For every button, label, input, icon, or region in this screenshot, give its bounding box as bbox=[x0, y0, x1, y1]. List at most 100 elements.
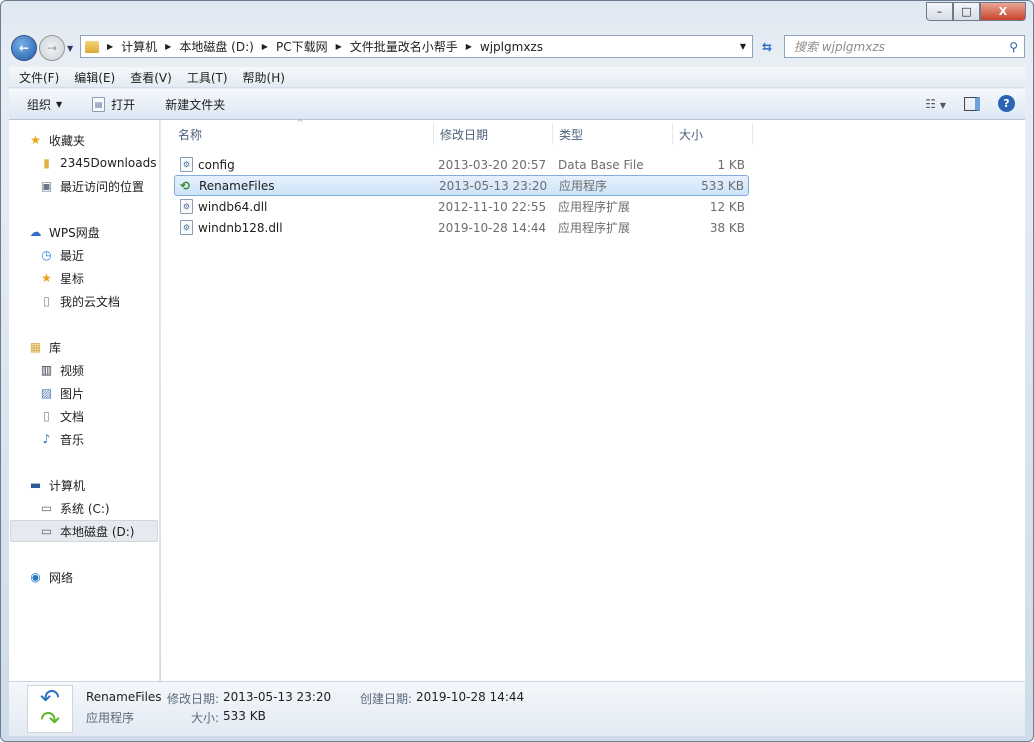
column-header-type[interactable]: 类型 bbox=[553, 123, 673, 145]
breadcrumb-pc[interactable]: PC下载网 bbox=[276, 38, 328, 55]
sidebar-item-10[interactable]: ▯ 文档 bbox=[39, 405, 84, 427]
breadcrumb-drive-d[interactable]: 本地磁盘 (D:) bbox=[179, 38, 253, 55]
music-icon: ♪ bbox=[42, 432, 51, 446]
cloud-icon: ☁ bbox=[29, 225, 42, 239]
file-list: ^ 名称 修改日期 类型 大小 ⚙ config 2013-03-20 20:57 D… bbox=[161, 118, 1025, 681]
file-row[interactable]: ⟲ RenameFiles 2013-05-13 23:20 应用程序 533 KB bbox=[174, 175, 749, 196]
computer-icon: ▬ bbox=[29, 478, 42, 492]
sidebar-item-5[interactable]: ★ 星标 bbox=[39, 267, 84, 289]
sidebar-item-12[interactable]: ▬ 计算机 bbox=[28, 474, 85, 496]
new-folder-label: 新建文件夹 bbox=[165, 97, 226, 112]
file-row[interactable]: ⚙ config 2013-03-20 20:57 Data Base File 1 K… bbox=[174, 154, 749, 175]
sidebar-item-label: 最近 bbox=[60, 248, 85, 263]
file-type: Data Base File bbox=[558, 157, 644, 172]
sidebar-item-label: 文档 bbox=[60, 409, 85, 424]
folder-icon: ▮ bbox=[43, 156, 50, 170]
organize-button[interactable]: 组织 ▼ bbox=[27, 96, 62, 113]
new-folder-button[interactable]: 新建文件夹 bbox=[165, 96, 225, 113]
sidebar-item-label: 最近访问的位置 bbox=[60, 179, 145, 194]
status-created-label: 创建日期: bbox=[360, 692, 413, 706]
sidebar-item-0[interactable]: ★ 收藏夹 bbox=[28, 129, 85, 151]
address-bar[interactable]: ▶ 计算机 ▶ 本地磁盘 (D:) ▶ PC下载网 ▶ 文件批量改名小帮手 ▶ wjplg… bbox=[80, 35, 753, 58]
sidebar-item-3[interactable]: ☁ WPS网盘 bbox=[28, 221, 100, 243]
sidebar-item-11[interactable]: ♪ 音乐 bbox=[39, 428, 84, 450]
sidebar-item-8[interactable]: ▥ 视频 bbox=[39, 359, 84, 381]
breadcrumb-computer[interactable]: 计算机 bbox=[121, 38, 157, 55]
sidebar-item-label: 网络 bbox=[49, 570, 74, 585]
file-icon: ⚙ bbox=[180, 157, 193, 172]
breadcrumb-current[interactable]: wjplgmxzs bbox=[480, 40, 543, 54]
sidebar-item-6[interactable]: ▯ 我的云文档 bbox=[39, 290, 120, 312]
file-date: 2012-11-10 22:55 bbox=[438, 199, 547, 214]
drive-icon: ▭ bbox=[40, 501, 53, 515]
status-created: 2019-10-28 14:44 bbox=[416, 690, 525, 704]
forward-button[interactable]: → bbox=[39, 35, 65, 61]
column-header-size[interactable]: 大小 bbox=[673, 123, 753, 145]
rename-files-app-icon: ↶ ↷ bbox=[27, 685, 73, 733]
open-icon: ▤ bbox=[92, 96, 106, 112]
help-icon[interactable]: ? bbox=[998, 95, 1015, 112]
file-row[interactable]: ⚙ windb64.dll 2012-11-10 22:55 应用程序扩展 12 KB bbox=[174, 196, 749, 217]
sidebar-item-15[interactable]: ◉ 网络 bbox=[28, 566, 73, 588]
menu-tools[interactable]: 工具(T) bbox=[187, 69, 228, 86]
status-size: 533 KB bbox=[223, 709, 266, 723]
navigation-pane: ★ 收藏夹 ▮ 2345Downloads ▣ 最近访问的位置 ☁ WPS网盘 ◷ 最近 ★ 星标 ▯ 我… bbox=[9, 120, 160, 681]
sidebar-item-label: 计算机 bbox=[49, 478, 86, 493]
star-icon: ★ bbox=[41, 271, 52, 285]
minimize-button[interactable]: – bbox=[926, 2, 953, 21]
sidebar-item-label: 本地磁盘 (D:) bbox=[60, 524, 135, 539]
star-icon: ★ bbox=[30, 133, 41, 147]
menu-help[interactable]: 帮助(H) bbox=[243, 69, 285, 86]
menu-bar: 文件(F) 编辑(E) 查看(V) 工具(T) 帮助(H) bbox=[9, 67, 1025, 88]
search-icon[interactable]: ⚲ bbox=[1009, 40, 1018, 54]
open-button[interactable]: ▤ 打开 bbox=[92, 96, 135, 113]
file-size: 38 KB bbox=[709, 220, 745, 235]
sidebar-item-4[interactable]: ◷ 最近 bbox=[39, 244, 84, 266]
address-dropdown[interactable]: ▼ bbox=[740, 42, 746, 51]
details-pane: ↶ ↷ RenameFiles 修改日期: 2013-05-13 23:20 创建… bbox=[9, 681, 1025, 736]
sidebar-item-label: 收藏夹 bbox=[49, 133, 86, 148]
maximize-button[interactable]: □ bbox=[953, 2, 980, 21]
column-header-name[interactable]: 名称 bbox=[172, 123, 434, 145]
file-name: windnb128.dll bbox=[198, 220, 283, 235]
sidebar-item-14[interactable]: ▭ 本地磁盘 (D:) bbox=[10, 520, 158, 542]
close-button[interactable]: X bbox=[980, 2, 1026, 21]
library-icon: ▦ bbox=[29, 340, 42, 354]
status-size-label: 大小: bbox=[191, 711, 220, 725]
refresh-icon[interactable]: ⇆ bbox=[755, 35, 779, 58]
sidebar-item-1[interactable]: ▮ 2345Downloads bbox=[39, 152, 156, 174]
file-icon: ⚙ bbox=[180, 220, 193, 235]
file-name: RenameFiles bbox=[199, 178, 275, 193]
sidebar-item-label: 库 bbox=[49, 340, 62, 355]
clock-icon: ◷ bbox=[41, 248, 52, 262]
sidebar-item-2[interactable]: ▣ 最近访问的位置 bbox=[39, 175, 144, 197]
column-header-date[interactable]: 修改日期 bbox=[434, 123, 553, 145]
picture-icon: ▨ bbox=[40, 386, 53, 400]
sidebar-item-13[interactable]: ▭ 系统 (C:) bbox=[39, 497, 110, 519]
sidebar-item-label: 2345Downloads bbox=[60, 156, 157, 170]
menu-file[interactable]: 文件(F) bbox=[19, 69, 59, 86]
view-options-icon[interactable]: ☷ ▼ bbox=[925, 97, 946, 111]
back-button[interactable]: ← bbox=[11, 35, 37, 61]
network-icon: ◉ bbox=[30, 570, 41, 584]
file-date: 2019-10-28 14:44 bbox=[438, 220, 547, 235]
file-row[interactable]: ⚙ windnb128.dll 2019-10-28 14:44 应用程序扩展 38 K… bbox=[174, 217, 749, 238]
recent-places-icon: ▣ bbox=[40, 179, 53, 193]
sidebar-item-label: WPS网盘 bbox=[49, 225, 100, 240]
recent-pages-dropdown[interactable]: ▼ bbox=[67, 44, 73, 53]
menu-view[interactable]: 查看(V) bbox=[130, 69, 172, 86]
file-icon: ⚙ bbox=[180, 199, 193, 214]
document-icon: ▯ bbox=[43, 409, 50, 423]
menu-edit[interactable]: 编辑(E) bbox=[74, 69, 115, 86]
sidebar-item-7[interactable]: ▦ 库 bbox=[28, 336, 61, 358]
file-type: 应用程序 bbox=[559, 179, 608, 193]
preview-pane-icon[interactable] bbox=[964, 96, 980, 111]
rename-files-icon: ⟲ bbox=[180, 178, 191, 193]
sidebar-item-label: 我的云文档 bbox=[60, 294, 121, 309]
sidebar-item-9[interactable]: ▨ 图片 bbox=[39, 382, 84, 404]
breadcrumb-renamer[interactable]: 文件批量改名小帮手 bbox=[350, 38, 458, 55]
file-size: 1 KB bbox=[717, 157, 745, 172]
file-size: 12 KB bbox=[709, 199, 745, 214]
status-modified: 2013-05-13 23:20 bbox=[223, 690, 332, 704]
search-input[interactable]: 搜索 wjplgmxzs ⚲ bbox=[784, 35, 1025, 58]
